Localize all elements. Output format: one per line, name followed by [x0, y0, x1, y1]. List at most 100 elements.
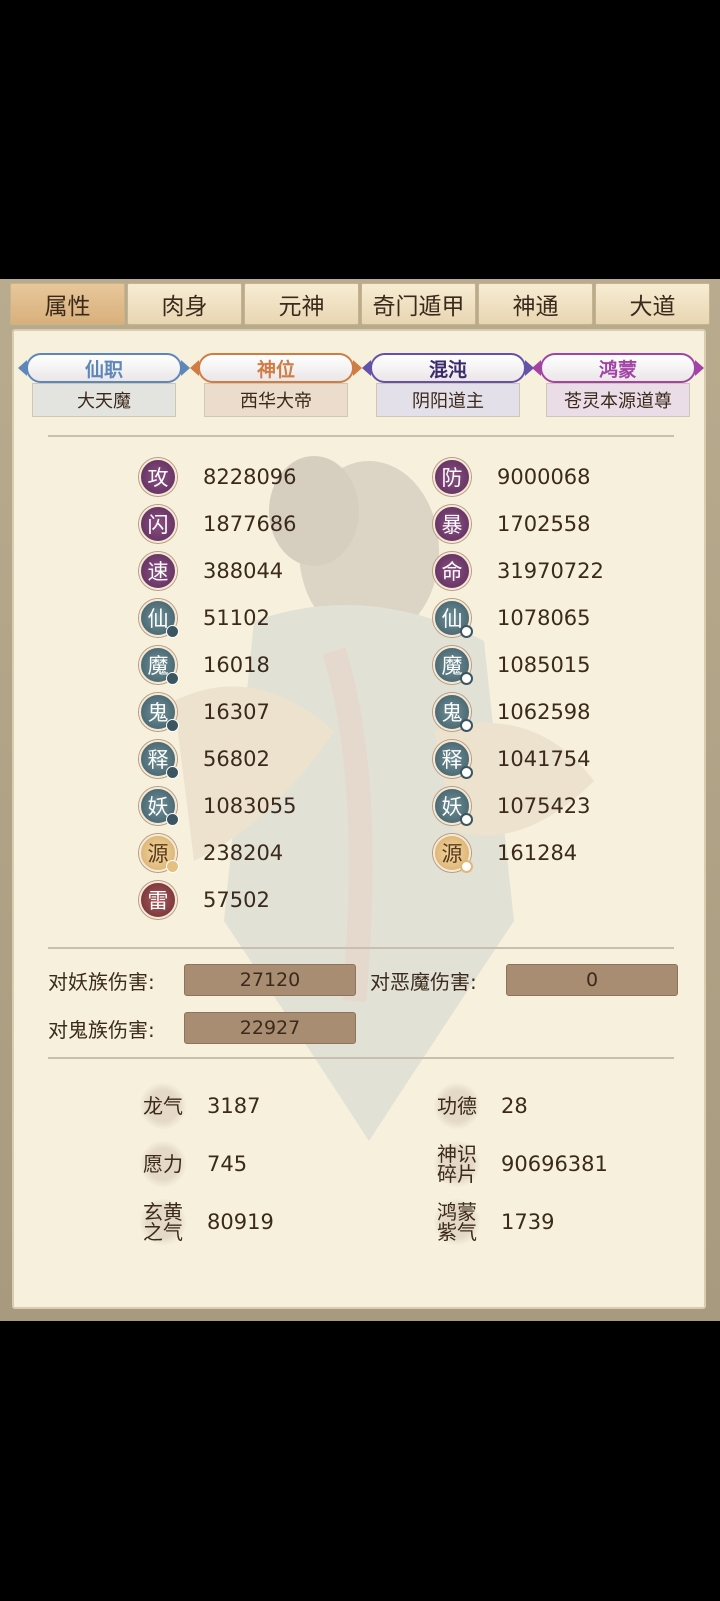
- stat-icon: 鬼: [433, 693, 473, 732]
- tab-spirit[interactable]: 元神: [244, 283, 359, 325]
- stat-row: 防 9000068: [433, 455, 591, 499]
- stat-row: 妖 1075423: [433, 784, 591, 828]
- stat-value: 1075423: [497, 794, 591, 818]
- rank-value: 阴阳道主: [376, 383, 520, 417]
- damage-vs-gui: 对鬼族伤害: 22927: [48, 1011, 356, 1045]
- stat-icon: 攻: [139, 458, 177, 496]
- rank-value: 苍灵本源道尊: [546, 383, 690, 417]
- tab-qimen[interactable]: 奇门遁甲: [361, 283, 476, 325]
- yuanli-icon: 愿力: [139, 1140, 187, 1188]
- stat-value: 57502: [203, 888, 270, 912]
- stat-row: 暴 1702558: [433, 502, 591, 546]
- stat-icon: 妖: [433, 787, 473, 826]
- stat-value: 238204: [203, 841, 284, 865]
- stat-marker-icon: [166, 860, 179, 873]
- stat-value: 1062598: [497, 700, 591, 724]
- stat-value: 8228096: [203, 465, 297, 489]
- stat-row: 攻 8228096: [139, 455, 297, 499]
- stat-icon: 魔: [433, 646, 473, 685]
- resource-xuanhuang: 玄黄之气 80919: [139, 1197, 274, 1247]
- damage-value: 27120: [184, 964, 356, 996]
- stat-value: 56802: [203, 747, 270, 771]
- stat-value: 1041754: [497, 747, 591, 771]
- divider: [48, 1057, 674, 1059]
- resource-value: 90696381: [501, 1152, 608, 1176]
- stat-value: 388044: [203, 559, 284, 583]
- stat-row: 速 388044: [139, 549, 283, 593]
- tab-powers[interactable]: 神通: [478, 283, 593, 325]
- stat-value: 9000068: [497, 465, 591, 489]
- resource-longqi: 龙气 3187: [139, 1081, 260, 1131]
- resource-yuanli: 愿力 745: [139, 1139, 247, 1189]
- stat-row: 鬼 1062598: [433, 690, 591, 734]
- stat-row: 命 31970722: [433, 549, 604, 593]
- damage-value: 0: [506, 964, 678, 996]
- stat-value: 1702558: [497, 512, 591, 536]
- rank-xianzhi[interactable]: 仙职 大天魔: [18, 353, 190, 421]
- rank-shenwei[interactable]: 神位 西华大帝: [190, 353, 362, 421]
- stat-value: 1078065: [497, 606, 591, 630]
- stat-marker-icon: [166, 719, 179, 732]
- stat-row: 雷 57502: [139, 878, 270, 922]
- stat-row: 闪 1877686: [139, 502, 297, 546]
- stat-icon: 释: [139, 740, 179, 779]
- rank-value: 大天魔: [32, 383, 176, 417]
- stat-icon: 防: [433, 458, 471, 496]
- hongmeng-ziqi-icon: 鸿蒙紫气: [433, 1198, 481, 1246]
- stat-icon: 魔: [139, 646, 179, 685]
- stat-marker-icon: [166, 625, 179, 638]
- stat-icon: 命: [433, 552, 471, 590]
- resource-value: 1739: [501, 1210, 555, 1234]
- stat-row: 仙 1078065: [433, 596, 591, 640]
- damage-vs-yao: 对妖族伤害: 27120: [48, 963, 356, 997]
- resource-value: 745: [207, 1152, 248, 1176]
- stat-value: 1085015: [497, 653, 591, 677]
- resource-value: 3187: [207, 1094, 261, 1118]
- attribute-panel: 属性 肉身 元神 奇门遁甲 神通 大道 仙职 大天魔 神位 西华大帝 混沌 阴阳…: [0, 279, 720, 1321]
- stat-marker-icon: [460, 766, 473, 779]
- stat-value: 1877686: [203, 512, 297, 536]
- stat-marker-icon: [166, 672, 179, 685]
- stat-value: 31970722: [497, 559, 604, 583]
- stat-marker-icon: [460, 719, 473, 732]
- divider: [48, 435, 674, 437]
- divider: [48, 947, 674, 949]
- stat-marker-icon: [166, 813, 179, 826]
- right-arrow-icon: [353, 360, 362, 376]
- stat-row: 释 1041754: [433, 737, 591, 781]
- tab-body[interactable]: 肉身: [127, 283, 242, 325]
- stat-value: 1083055: [203, 794, 297, 818]
- right-arrow-icon: [181, 360, 190, 376]
- stat-marker-icon: [460, 860, 473, 873]
- stat-marker-icon: [460, 813, 473, 826]
- stat-row: 源 238204: [139, 831, 283, 875]
- rank-hongmeng[interactable]: 鸿蒙 苍灵本源道尊: [532, 353, 704, 421]
- tab-dao[interactable]: 大道: [595, 283, 710, 325]
- stat-icon: 源: [139, 834, 179, 873]
- xuanhuang-qi-icon: 玄黄之气: [139, 1198, 187, 1246]
- stat-value: 16307: [203, 700, 270, 724]
- stat-value: 161284: [497, 841, 578, 865]
- stat-row: 源 161284: [433, 831, 577, 875]
- resource-gongde: 功德 28: [433, 1081, 528, 1131]
- stat-row: 魔 1085015: [433, 643, 591, 687]
- rank-value: 西华大帝: [204, 383, 348, 417]
- rank-hundun[interactable]: 混沌 阴阳道主: [362, 353, 534, 421]
- damage-label: 对妖族伤害:: [48, 969, 155, 994]
- resource-hongmeng-ziqi: 鸿蒙紫气 1739: [433, 1197, 554, 1247]
- damage-value: 22927: [184, 1012, 356, 1044]
- tab-attributes[interactable]: 属性: [10, 283, 125, 325]
- longqi-icon: 龙气: [139, 1082, 187, 1130]
- stat-icon: 仙: [433, 599, 473, 638]
- rank-row: 仙职 大天魔 神位 西华大帝 混沌 阴阳道主 鸿蒙 苍灵本源道尊: [14, 353, 704, 423]
- stat-row: 妖 1083055: [139, 784, 297, 828]
- rank-title: 鸿蒙: [540, 353, 696, 383]
- resource-value: 80919: [207, 1210, 274, 1234]
- resource-shenshi: 神识碎片 90696381: [433, 1139, 608, 1189]
- stat-icon: 暴: [433, 505, 471, 543]
- stat-row: 仙 51102: [139, 596, 270, 640]
- stat-icon: 源: [433, 834, 473, 873]
- stat-value: 16018: [203, 653, 270, 677]
- shenshi-fragment-icon: 神识碎片: [433, 1140, 481, 1188]
- stat-marker-icon: [460, 625, 473, 638]
